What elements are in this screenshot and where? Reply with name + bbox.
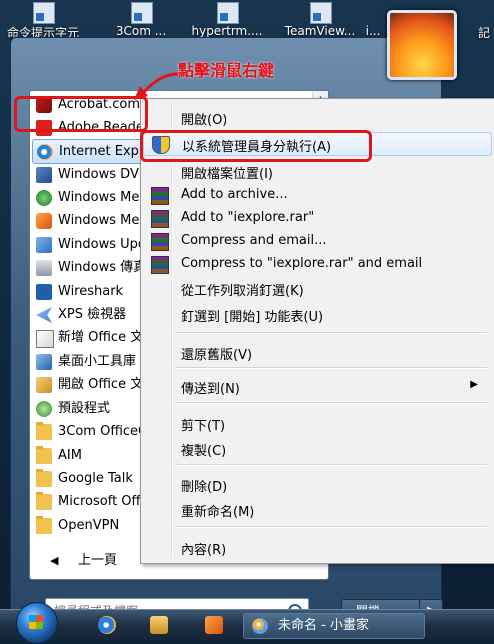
taskbar-task-label: 未命名 - 小畫家 (278, 618, 369, 633)
desktop-icon-label: hypertrm.... (191, 24, 263, 38)
program-label: AIM (58, 448, 82, 463)
media-player-icon (36, 213, 52, 229)
winrar-icon (151, 187, 169, 205)
folder-icon (36, 516, 52, 534)
folder-icon (36, 446, 52, 464)
dvd-maker-icon (36, 167, 52, 183)
explorer-folder-icon[interactable] (150, 616, 168, 634)
desktop-icon-label: i... (365, 24, 381, 38)
shortcut-icon (217, 2, 239, 24)
ctx-item-cut[interactable]: 剪下(T) (143, 412, 490, 434)
program-label: OpenVPN (58, 518, 120, 533)
fax-scan-icon (36, 260, 52, 276)
ctx-item-compress-rar-email[interactable]: Compress to "iexplore.rar" and email (143, 253, 490, 275)
ctx-separator (175, 367, 487, 369)
desktop-icon-notepad[interactable]: 記 (474, 0, 494, 42)
ctx-separator (175, 332, 487, 334)
user-picture[interactable] (387, 10, 457, 80)
desktop-icon-label: 3Com ... (115, 24, 167, 38)
ctx-item-delete[interactable]: 刪除(D) (143, 473, 490, 495)
ctx-label: 刪除(D) (181, 480, 228, 495)
context-menu: 開啟(O) 以系統管理員身分執行(A) 開啟檔案位置(I) Add to arc… (140, 98, 494, 564)
program-label: Wireshark (58, 284, 124, 299)
ctx-label: Add to "iexplore.rar" (181, 210, 315, 225)
ctx-item-unpin-taskbar[interactable]: 從工作列取消釘選(K) (143, 277, 490, 299)
ctx-separator (175, 464, 487, 466)
program-label: Google Talk (58, 471, 133, 486)
back-label: 上一頁 (78, 553, 118, 568)
start-button[interactable] (16, 602, 58, 644)
desktop-icon-hypertrm[interactable]: hypertrm.... (184, 0, 270, 42)
annotation-highlight-run-as-admin (140, 130, 372, 162)
xps-viewer-icon (36, 307, 52, 323)
annotation-arrow-icon (134, 72, 179, 100)
taskbar: 未命名 - 小畫家 (0, 602, 494, 644)
ctx-label: 複製(C) (181, 444, 227, 459)
ctx-label: 開啟檔案位置(I) (181, 167, 273, 182)
ctx-item-restore-previous[interactable]: 還原舊版(V) (143, 341, 490, 363)
internet-explorer-icon[interactable] (98, 616, 116, 634)
submenu-arrow-icon: ▶ (470, 379, 478, 390)
ctx-label: Add to archive... (181, 187, 288, 202)
folder-icon (36, 469, 52, 487)
ctx-item-properties[interactable]: 內容(R) (143, 536, 490, 558)
program-label: 預設程式 (58, 401, 111, 416)
ctx-separator (175, 526, 487, 528)
windows-update-icon (36, 237, 52, 253)
ctx-separator (175, 402, 487, 404)
ctx-label: 傳送到(N) (181, 382, 240, 397)
desktop-icon-partial[interactable]: i... (362, 0, 384, 42)
program-label: 桌面小工具庫 (58, 354, 137, 369)
ctx-item-compress-email[interactable]: Compress and email... (143, 230, 490, 252)
ctx-item-open-file-location[interactable]: 開啟檔案位置(I) (143, 160, 490, 182)
new-office-doc-icon (36, 330, 54, 348)
ctx-label: 重新命名(M) (181, 505, 255, 520)
ctx-label: 開啟(O) (181, 113, 228, 128)
media-center-icon (36, 190, 52, 206)
ctx-item-add-to-rar[interactable]: Add to "iexplore.rar" (143, 207, 490, 229)
ctx-item-copy[interactable]: 複製(C) (143, 437, 490, 459)
taskbar-task-paint[interactable]: 未命名 - 小畫家 (243, 613, 425, 639)
media-player-icon[interactable] (205, 616, 223, 634)
ctx-label: 內容(R) (181, 543, 227, 558)
desktop-icon-label: TeamView... (284, 24, 356, 38)
shortcut-icon (131, 2, 153, 24)
winrar-icon (151, 233, 169, 251)
ctx-item-pin-start-menu[interactable]: 釘選到 [開始] 功能表(U) (143, 303, 490, 325)
desktop-icon-teamviewer[interactable]: TeamView... (276, 0, 364, 42)
default-programs-icon (36, 401, 52, 417)
paint-icon (252, 618, 268, 634)
desktop-icon-cmd[interactable]: 命令提示字元 (2, 0, 84, 42)
folder-icon (36, 492, 52, 510)
ctx-item-add-to-archive[interactable]: Add to archive... (143, 184, 490, 206)
ctx-label: Compress and email... (181, 233, 327, 248)
winrar-icon (151, 256, 169, 274)
ctx-label: 從工作列取消釘選(K) (181, 284, 304, 299)
open-office-doc-icon (36, 377, 52, 393)
ctx-item-send-to[interactable]: 傳送到(N) ▶ (143, 375, 490, 397)
ctx-label: 釘選到 [開始] 功能表(U) (181, 310, 324, 325)
program-label: XPS 檢視器 (58, 307, 127, 322)
winrar-icon (151, 210, 169, 228)
desktop-icon-3com[interactable]: 3Com ... (104, 0, 178, 42)
ctx-label: 還原舊版(V) (181, 348, 253, 363)
shortcut-icon (33, 2, 55, 24)
internet-explorer-icon (37, 144, 53, 160)
ctx-item-rename[interactable]: 重新命名(M) (143, 498, 490, 520)
wireshark-icon (36, 284, 52, 300)
gadgets-icon (36, 354, 52, 370)
folder-icon (36, 422, 52, 440)
ctx-label: 剪下(T) (181, 419, 226, 434)
ctx-label: Compress to "iexplore.rar" and email (181, 256, 423, 271)
desktop-icon-label: 記 (477, 26, 490, 40)
back-arrow-icon: ◀ (50, 554, 59, 567)
shortcut-icon (310, 2, 332, 24)
